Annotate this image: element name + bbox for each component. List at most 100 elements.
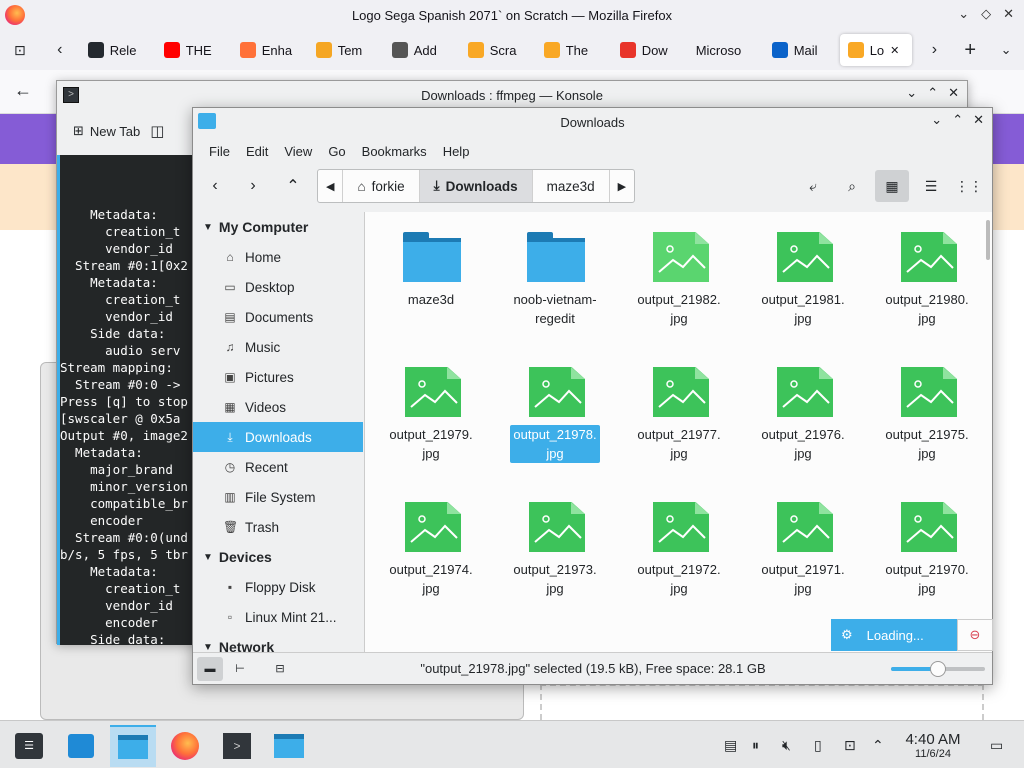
breadcrumb-downloads[interactable]: ⤓ Downloads [419,170,533,202]
menu-go[interactable]: Go [320,144,353,159]
digital-clock[interactable]: 4:40 AM 11/6/24 [898,731,968,760]
file-item[interactable]: output_21975. jpg [877,365,977,485]
back-icon[interactable]: ‹ [201,170,229,202]
section-network[interactable]: ▼ Network [193,632,363,652]
maximize-icon[interactable]: ⌃ [952,112,963,128]
zoom-slider-handle[interactable] [930,661,946,677]
file-item[interactable]: output_21971. jpg [753,500,853,620]
folder-item[interactable]: maze3d [381,230,481,350]
browser-tab[interactable]: Lo ✕ [839,34,912,66]
sidebar-item-file-system[interactable]: ▥ File System [193,482,363,512]
taskbar-dolphin[interactable] [110,725,156,767]
scrollbar[interactable] [986,220,990,260]
show-desktop-icon[interactable]: ▭ [990,737,1003,754]
icons-view-icon[interactable]: ▦ [875,170,909,202]
file-item[interactable]: output_21972. jpg [629,500,729,620]
browser-tab[interactable]: THE [156,34,230,66]
terminal-panel-icon[interactable]: ⊟ [267,657,293,681]
sidebar-item-documents[interactable]: ▤ Documents [193,302,363,332]
terminal-output[interactable]: Metadata: creation_t vendor_id Stream #0… [57,155,197,645]
sidebar-item-desktop[interactable]: ▭ Desktop [193,272,363,302]
browser-tab[interactable]: Rele [80,34,154,66]
compact-view-icon[interactable]: ☰ [917,170,945,202]
close-icon[interactable]: ✕ [948,85,959,101]
sidebar-item-pictures[interactable]: ▣ Pictures [193,362,363,392]
media-pause-icon[interactable]: ⏸ [752,737,759,754]
section-my-computer[interactable]: ▼ My Computer [193,212,363,242]
panel-toggle-icon[interactable]: ▬ [197,656,223,681]
breadcrumb-back-arrow-icon[interactable]: ◀ [318,170,344,202]
application-launcher[interactable]: ☰ [6,725,52,767]
browser-tab[interactable]: The [536,34,610,66]
breadcrumb-forward-arrow-icon[interactable]: ▶ [610,170,634,202]
file-item[interactable]: output_21979. jpg [381,365,481,485]
sidebar-item-music[interactable]: ♫ Music [193,332,363,362]
menu-file[interactable]: File [201,144,238,159]
volume-muted-icon[interactable]: 🔇︎ [782,737,791,754]
taskbar-discover[interactable] [58,725,104,767]
split-icon[interactable]: ⤶ [799,170,827,202]
new-tab-icon[interactable]: + [952,39,988,62]
tree-view-icon[interactable]: ⊢ [227,657,253,681]
section-devices[interactable]: ▼ Devices [193,542,363,572]
taskbar-firefox[interactable] [162,725,208,767]
maximize-icon[interactable]: ⌃ [927,85,938,101]
sidebar-item-videos[interactable]: ▦ Videos [193,392,363,422]
taskbar-dolphin-2[interactable] [266,725,312,767]
search-icon[interactable]: ⌕ [838,170,866,202]
sidebar-item-downloads[interactable]: ⤓ Downloads [193,422,363,452]
browser-tab[interactable]: Scra [460,34,534,66]
folder-item[interactable]: noob-vietnam-regedit [505,230,605,350]
browser-tab[interactable]: Tem [308,34,382,66]
sidebar-item-recent[interactable]: ◷ Recent [193,452,363,482]
close-icon[interactable]: ✕ [973,112,984,128]
zoom-slider[interactable] [891,661,985,677]
file-item[interactable]: output_21981. jpg [753,230,853,350]
split-view-icon[interactable]: ◫ [150,122,164,140]
file-item[interactable]: output_21982. jpg [629,230,729,350]
details-view-icon[interactable]: ⋮⋮ [955,170,983,202]
tabs-scroll-left-icon[interactable]: ‹ [40,41,80,59]
close-tab-icon[interactable]: ✕ [890,44,899,57]
menu-bookmarks[interactable]: Bookmarks [354,144,435,159]
sidebar-item-floppy-disk[interactable]: ▪ Floppy Disk [193,572,363,602]
menu-help[interactable]: Help [435,144,478,159]
browser-tab[interactable]: Mail [764,34,838,66]
new-tab-button[interactable]: ⊞ New Tab [73,123,140,139]
list-tabs-icon[interactable]: ⌄ [988,42,1024,58]
sidebar-item-home[interactable]: ⌂ Home [193,242,363,272]
minimize-icon[interactable]: ⌄ [906,85,917,101]
breadcrumb-forkie[interactable]: ⌂ forkie [343,170,420,202]
file-item[interactable]: output_21976. jpg [753,365,853,485]
forward-icon[interactable]: › [239,170,267,202]
file-item[interactable]: output_21970. jpg [877,500,977,620]
tray-expand-icon[interactable]: ⌃ [872,737,884,754]
maximize-icon[interactable]: ◇ [981,6,991,22]
menu-edit[interactable]: Edit [238,144,276,159]
minimize-icon[interactable]: ⌄ [958,6,969,22]
minimize-icon[interactable]: ⌄ [931,112,942,128]
file-item[interactable]: output_21973. jpg [505,500,605,620]
sidebar-item-linux-mint-21[interactable]: ▫ Linux Mint 21... [193,602,363,632]
battery-icon[interactable]: ▯ [814,737,822,754]
tabs-scroll-right-icon[interactable]: › [916,41,952,59]
sidebar-item-trash[interactable]: 🗑︎ Trash [193,512,363,542]
browser-tab[interactable]: Add [384,34,458,66]
tab-overview-icon[interactable]: ⊡ [0,42,40,59]
browser-tab[interactable]: Dow [612,34,686,66]
close-icon[interactable]: ✕ [1003,6,1014,22]
browser-tab[interactable]: Microso [688,34,762,66]
back-icon[interactable]: ← [14,80,32,101]
menu-view[interactable]: View [276,144,320,159]
network-icon[interactable]: ⊡ [844,737,856,754]
breadcrumb-maze3d[interactable]: maze3d [533,170,610,202]
up-icon[interactable]: ⌃ [279,170,307,202]
stop-icon[interactable]: ⊖ [957,619,993,651]
clipboard-icon[interactable]: ▤ [724,737,737,754]
file-item[interactable]: output_21980. jpg [877,230,977,350]
taskbar-konsole[interactable]: > [214,725,260,767]
file-item[interactable]: output_21974. jpg [381,500,481,620]
file-item[interactable]: output_21977. jpg [629,365,729,485]
file-view[interactable]: maze3d noob-vietnam-regedit output_21982. j… [364,212,992,652]
file-item[interactable]: output_21978. jpg [505,365,605,485]
